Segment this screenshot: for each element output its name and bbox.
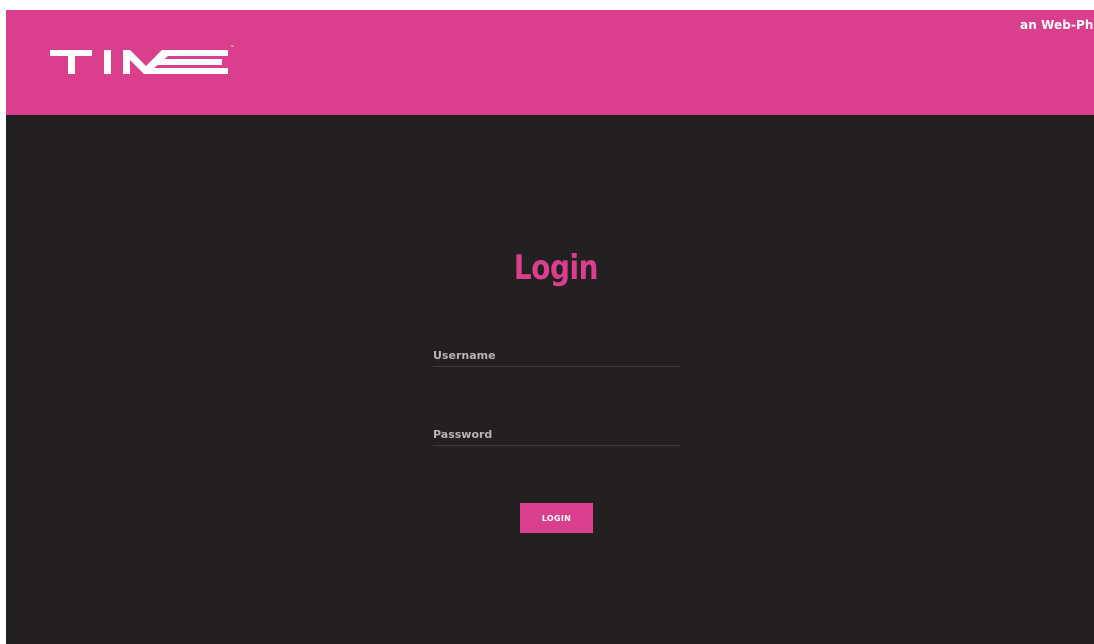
login-heading: Login bbox=[513, 248, 599, 288]
login-button[interactable]: LOGIN bbox=[520, 503, 593, 533]
username-field-wrapper bbox=[433, 344, 680, 367]
time-logo-icon: ™ bbox=[50, 45, 235, 74]
username-input[interactable] bbox=[433, 344, 680, 367]
tagline-text: an Web-Phone bbox=[1020, 18, 1094, 32]
app-window: ™ an Web-Phone Login LOGIN bbox=[6, 10, 1094, 644]
password-input[interactable] bbox=[433, 423, 680, 446]
svg-text:™: ™ bbox=[230, 45, 235, 51]
top-banner: ™ an Web-Phone bbox=[6, 10, 1094, 115]
password-field-wrapper bbox=[433, 423, 680, 446]
